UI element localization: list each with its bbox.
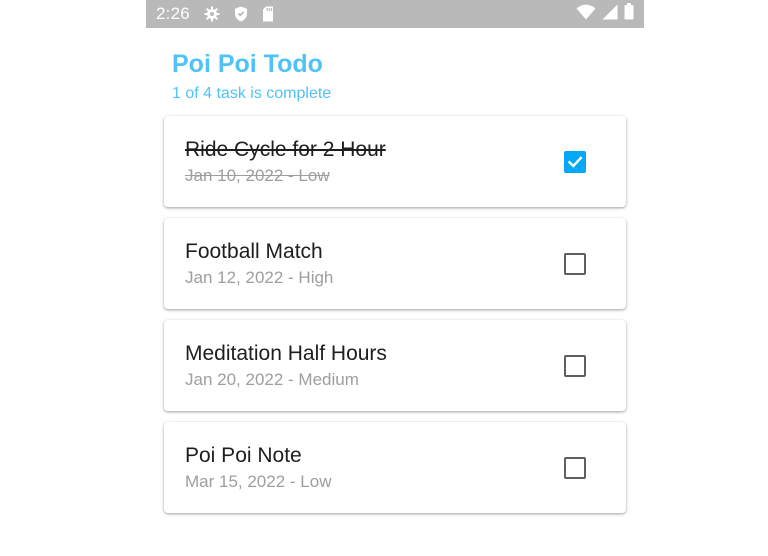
status-time: 2:26 — [156, 4, 190, 23]
task-checkbox[interactable] — [564, 253, 586, 275]
task-title: Meditation Half Hours — [185, 342, 387, 365]
task-title: Poi Poi Note — [185, 444, 302, 467]
check-icon — [567, 156, 583, 168]
task-date-priority: Jan 12, 2022 - High — [185, 268, 334, 287]
status-bar: 2:26 — [146, 0, 644, 28]
signal-icon — [602, 4, 618, 25]
status-right-group — [576, 0, 634, 28]
app-title: Poi Poi Todo — [172, 50, 323, 78]
phone-screen: 2:26 Poi Poi Todo 1 of 4 task is complet… — [146, 0, 644, 556]
task-date-priority: Mar 15, 2022 - Low — [185, 472, 332, 491]
task-card[interactable]: Poi Poi Note Mar 15, 2022 - Low — [164, 422, 626, 513]
task-date-priority: Jan 10, 2022 - Low — [185, 166, 330, 185]
completion-summary: 1 of 4 task is complete — [172, 85, 332, 102]
task-list: Ride Cycle for 2 Hour Jan 10, 2022 - Low… — [164, 116, 626, 524]
sd-card-icon — [262, 6, 274, 22]
task-card[interactable]: Football Match Jan 12, 2022 - High — [164, 218, 626, 309]
task-date-priority: Jan 20, 2022 - Medium — [185, 370, 359, 389]
task-card[interactable]: Ride Cycle for 2 Hour Jan 10, 2022 - Low — [164, 116, 626, 207]
task-title: Football Match — [185, 240, 323, 263]
battery-icon — [624, 3, 634, 25]
app-header: Poi Poi Todo 1 of 4 task is complete — [172, 48, 331, 104]
task-card[interactable]: Meditation Half Hours Jan 20, 2022 - Med… — [164, 320, 626, 411]
task-checkbox[interactable] — [564, 355, 586, 377]
gear-icon — [204, 6, 220, 22]
shield-icon — [234, 6, 248, 22]
wifi-icon — [576, 4, 596, 25]
task-title: Ride Cycle for 2 Hour — [185, 138, 386, 161]
task-checkbox[interactable] — [564, 151, 586, 173]
task-checkbox[interactable] — [564, 457, 586, 479]
